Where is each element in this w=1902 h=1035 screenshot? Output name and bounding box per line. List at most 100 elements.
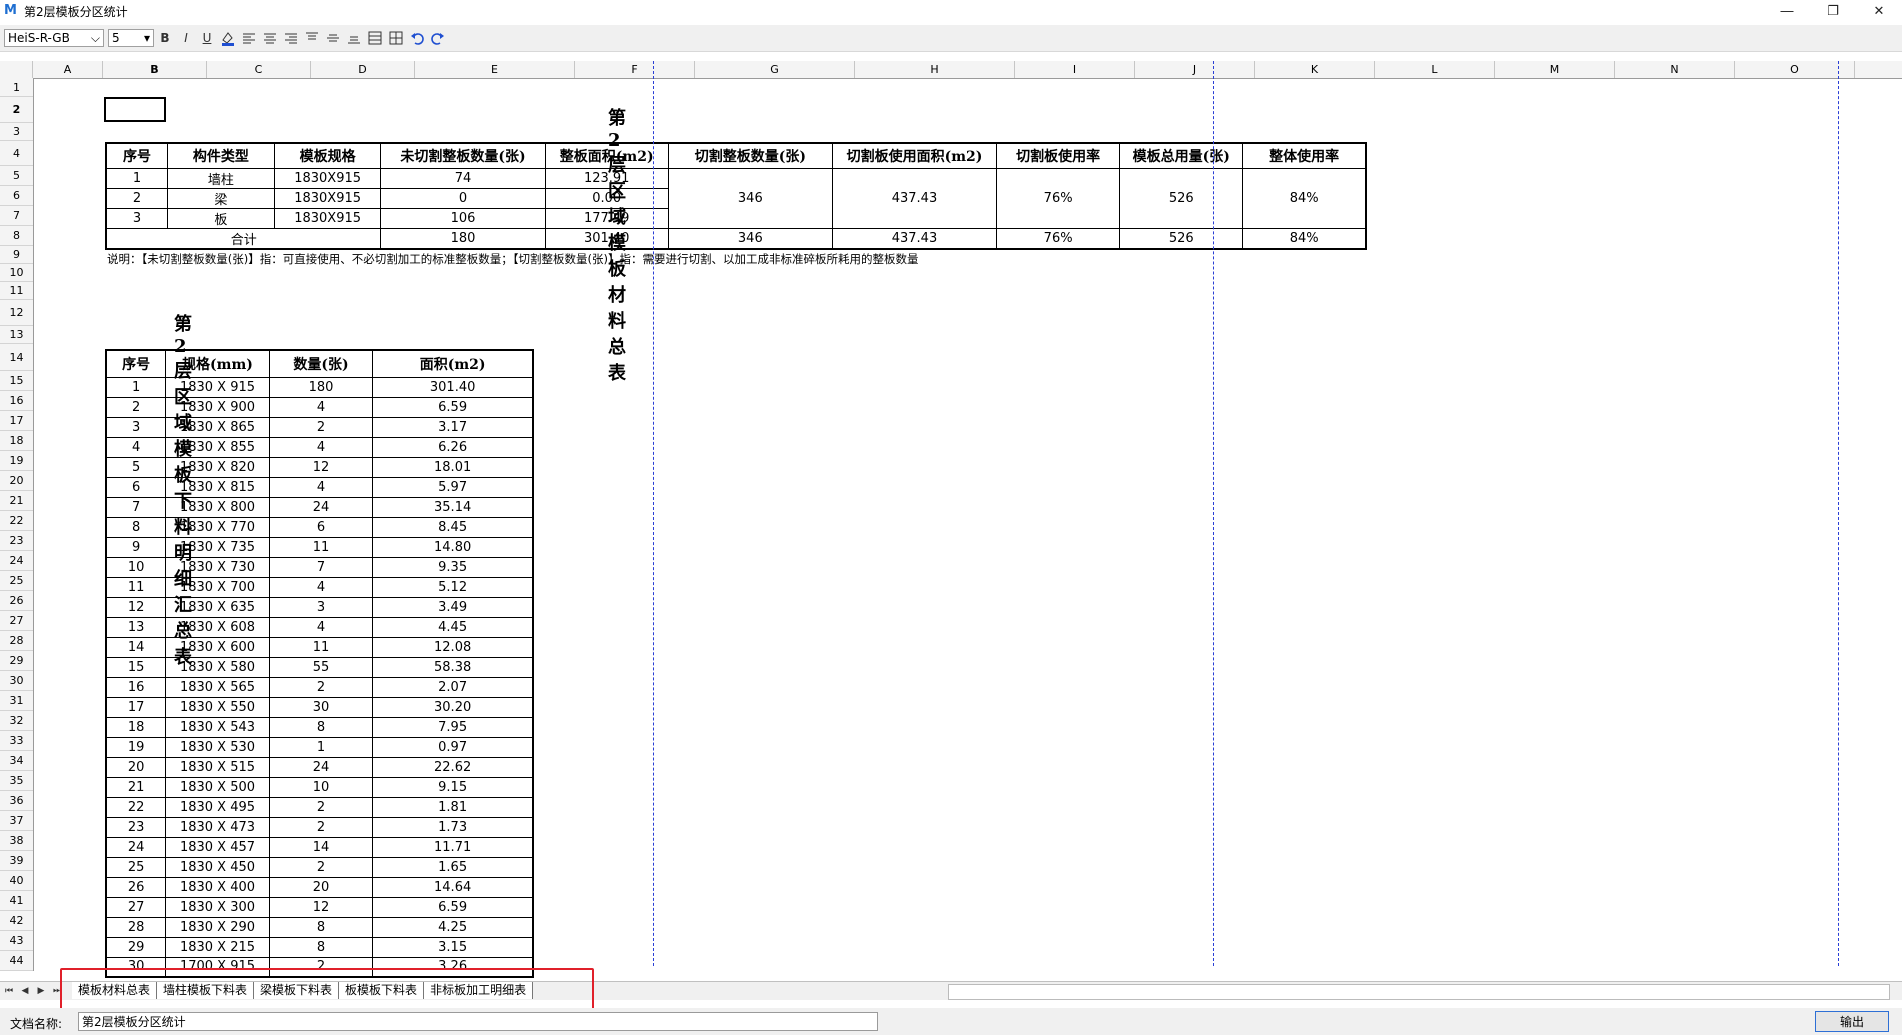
row-header[interactable]: 20 [0,471,33,491]
align-top-icon[interactable] [302,28,322,48]
row-header[interactable]: 8 [0,226,33,246]
column-header[interactable]: A [33,61,103,78]
column-header[interactable]: O [1735,61,1855,78]
row-header[interactable]: 39 [0,851,33,871]
borders-icon[interactable] [386,28,406,48]
selected-cell[interactable] [104,97,166,122]
row-header[interactable]: 31 [0,691,33,711]
align-left-icon[interactable] [239,28,259,48]
column-header[interactable]: M [1495,61,1615,78]
doc-name-input[interactable]: 第2层模板分区统计 [78,1012,878,1031]
font-size-select[interactable]: 5 ▾ [108,29,154,47]
first-sheet-button[interactable]: ⏮ [2,983,16,998]
row-header[interactable]: 21 [0,491,33,511]
column-header[interactable]: G [695,61,855,78]
fill-color-icon[interactable] [218,28,238,48]
row-header[interactable]: 41 [0,891,33,911]
doc-name-label: 文档名称: [10,1017,63,1031]
row-header[interactable]: 10 [0,264,33,282]
row-header[interactable]: 26 [0,591,33,611]
row-header[interactable]: 3 [0,123,33,141]
row-header[interactable]: 36 [0,791,33,811]
row-header[interactable]: 42 [0,911,33,931]
align-center-icon[interactable] [260,28,280,48]
title-bar: M 第2层模板分区统计 ― ❐ ✕ [0,0,1902,22]
column-header[interactable]: F [575,61,695,78]
horizontal-scrollbar[interactable] [948,984,1890,1000]
table-row: 8 1830 X 770 6 8.45 [105,516,534,538]
column-header[interactable]: N [1615,61,1735,78]
row-header[interactable]: 16 [0,391,33,411]
row-header[interactable]: 30 [0,671,33,691]
spreadsheet-grid[interactable]: ABCDEFGHIJKLMNOPQRS 12345678910111213141… [0,61,1902,981]
column-header[interactable]: P [1855,61,1902,78]
row-header[interactable]: 13 [0,326,33,344]
row-header[interactable]: 1 [0,78,33,97]
table-cell: 526 [1119,227,1244,249]
row-header[interactable]: 14 [0,344,33,371]
export-button[interactable]: 输出 [1815,1011,1889,1032]
column-header[interactable]: E [415,61,575,78]
row-header[interactable]: 27 [0,611,33,631]
table-cell: 1 [268,736,374,758]
table-cell: 12 [105,596,167,618]
page-break-line [653,61,654,966]
row-header[interactable]: 11 [0,282,33,300]
column-header[interactable]: D [311,61,415,78]
row-header[interactable]: 2 [0,97,33,123]
row-header[interactable]: 4 [0,141,33,166]
table-cell: 8 [268,916,374,938]
row-header[interactable]: 12 [0,300,33,326]
column-header[interactable]: I [1015,61,1135,78]
row-header[interactable]: 29 [0,651,33,671]
row-header[interactable]: 22 [0,511,33,531]
prev-sheet-button[interactable]: ◀ [18,983,32,998]
font-name-select[interactable]: HeiS-R-GB ⌵ [4,29,104,47]
align-bottom-icon[interactable] [344,28,364,48]
minimize-button[interactable]: ― [1764,0,1810,22]
align-right-icon[interactable] [281,28,301,48]
row-header[interactable]: 5 [0,166,33,186]
next-sheet-button[interactable]: ▶ [34,983,48,998]
row-header[interactable]: 7 [0,206,33,226]
row-header[interactable]: 17 [0,411,33,431]
row-header[interactable]: 28 [0,631,33,651]
table-cell: 1830 X 915 [165,376,270,398]
column-header[interactable]: J [1135,61,1255,78]
table-cell: 4 [268,476,374,498]
row-header[interactable]: 15 [0,371,33,391]
align-middle-icon[interactable] [323,28,343,48]
row-header[interactable]: 25 [0,571,33,591]
row-header[interactable]: 6 [0,186,33,206]
undo-icon[interactable] [407,28,427,48]
redo-icon[interactable] [428,28,448,48]
underline-button[interactable]: U [197,28,217,48]
row-header[interactable]: 19 [0,451,33,471]
row-header[interactable]: 40 [0,871,33,891]
row-header[interactable]: 38 [0,831,33,851]
row-header[interactable]: 35 [0,771,33,791]
row-header[interactable]: 44 [0,951,33,971]
table-cell: 301.40 [372,376,534,398]
row-header[interactable]: 43 [0,931,33,951]
row-header[interactable]: 33 [0,731,33,751]
row-header[interactable]: 18 [0,431,33,451]
close-button[interactable]: ✕ [1856,0,1902,22]
column-header[interactable]: K [1255,61,1375,78]
column-header[interactable]: L [1375,61,1495,78]
table-cell: 346 [667,167,833,229]
merge-cells-icon[interactable] [365,28,385,48]
column-header[interactable]: B [103,61,207,78]
row-header[interactable]: 32 [0,711,33,731]
row-header[interactable]: 34 [0,751,33,771]
row-header[interactable]: 9 [0,246,33,264]
column-header[interactable]: C [207,61,311,78]
italic-button[interactable]: I [176,28,196,48]
column-header[interactable]: H [855,61,1015,78]
bold-button[interactable]: B [155,28,175,48]
row-header[interactable]: 37 [0,811,33,831]
corner-cell[interactable] [0,61,33,78]
restore-button[interactable]: ❐ [1810,0,1856,22]
row-header[interactable]: 24 [0,551,33,571]
row-header[interactable]: 23 [0,531,33,551]
